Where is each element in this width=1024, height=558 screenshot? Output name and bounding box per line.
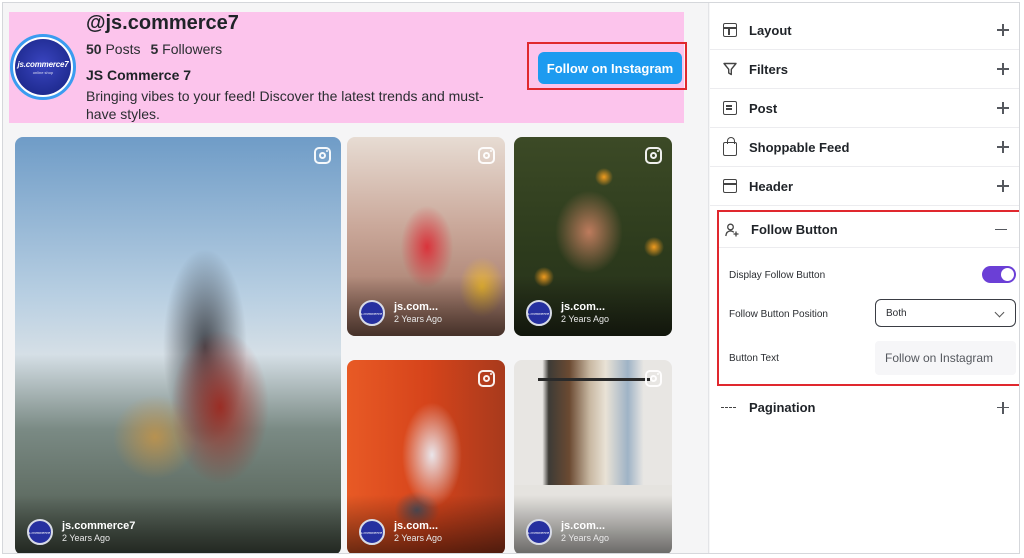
select-value: Both (886, 307, 907, 319)
display-follow-button-label: Display Follow Button (729, 270, 826, 281)
app-frame: js.commerce7 online shop @js.commerce7 5… (2, 2, 1020, 554)
post-username: js.commerce7 (62, 520, 136, 532)
expand-plus-icon[interactable] (997, 102, 1009, 114)
section-label: Follow Button (751, 222, 838, 237)
expand-plus-icon[interactable] (997, 24, 1009, 36)
post-meta-text: js.com... 2 Years Ago (561, 520, 609, 544)
expand-plus-icon[interactable] (997, 401, 1009, 414)
avatar-logo-text: js.commerce7 (17, 59, 69, 69)
button-text-label: Button Text (729, 353, 779, 364)
feed-preview: js.commerce7 online shop @js.commerce7 5… (3, 3, 709, 553)
instagram-icon (645, 147, 662, 164)
avatar: js.commerce7 (526, 519, 552, 545)
expand-plus-icon[interactable] (997, 63, 1009, 75)
followers-count: 5 (150, 41, 159, 57)
settings-panel: Layout Filters Post Shoppable Feed Heade… (710, 3, 1019, 553)
post-username: js.com... (561, 301, 606, 313)
follow-button-settings: Display Follow Button Follow Button Posi… (719, 248, 1019, 384)
feed-header: js.commerce7 online shop @js.commerce7 5… (9, 12, 687, 123)
shopping-bag-icon (723, 137, 737, 156)
avatar-logo-subtext: online shop (32, 69, 54, 75)
profile-bio: Bringing vibes to your feed! Discover th… (86, 88, 484, 122)
post-meta-text: js.commerce7 2 Years Ago (62, 520, 135, 544)
post-meta-text: js.com... 2 Years Ago (561, 301, 609, 325)
post-icon (723, 101, 737, 115)
profile-avatar-ring[interactable]: js.commerce7 online shop (10, 34, 76, 100)
filter-icon (723, 62, 737, 76)
section-label: Shoppable Feed (749, 139, 850, 155)
clothing-rail (538, 378, 650, 381)
section-pagination[interactable]: Pagination (710, 388, 1019, 427)
followers-stat: 5 Followers (150, 41, 222, 57)
feed-post-tile[interactable]: js.commerce7 js.commerce7 2 Years Ago (15, 137, 341, 553)
feed-post-tile[interactable]: js.commerce7 js.com... 2 Years Ago (347, 137, 505, 336)
feed-post-tile[interactable]: js.commerce7 js.com... 2 Years Ago (514, 137, 672, 336)
post-time: 2 Years Ago (394, 533, 443, 543)
post-time: 2 Years Ago (394, 314, 443, 324)
posts-count: 50 (86, 41, 102, 57)
post-meta: js.commerce7 js.com... 2 Years Ago (526, 300, 609, 326)
section-label: Filters (749, 61, 789, 77)
expand-plus-icon[interactable] (997, 180, 1009, 192)
section-label: Pagination (749, 400, 816, 415)
post-username: js.com... (561, 520, 606, 532)
avatar: js.commerce7 online shop (15, 39, 71, 95)
profile-handle[interactable]: @js.commerce7 (86, 12, 239, 35)
section-filters[interactable]: Filters (710, 50, 1019, 89)
layout-icon (723, 23, 737, 37)
header-icon (723, 179, 737, 193)
post-meta: js.commerce7 js.com... 2 Years Ago (359, 519, 442, 545)
expand-plus-icon[interactable] (997, 141, 1009, 153)
post-meta: js.commerce7 js.com... 2 Years Ago (526, 519, 609, 545)
avatar: js.commerce7 (526, 300, 552, 326)
feed-post-tile[interactable]: js.commerce7 js.com... 2 Years Ago (347, 360, 505, 553)
post-meta: js.commerce7 js.commerce7 2 Years Ago (27, 519, 135, 545)
follow-button-position-select[interactable]: Both (875, 299, 1016, 327)
section-label: Post (749, 100, 778, 116)
instagram-icon (478, 370, 495, 387)
post-username: js.com... (394, 301, 439, 313)
instagram-icon (314, 147, 331, 164)
section-post[interactable]: Post (710, 89, 1019, 128)
section-header[interactable]: Header (710, 167, 1019, 206)
post-username: js.com... (394, 520, 439, 532)
posts-stat: 50 Posts (86, 41, 140, 57)
instagram-icon (645, 370, 662, 387)
section-label: Layout (749, 22, 792, 38)
section-label: Header (749, 178, 794, 194)
followers-label: Followers (162, 41, 223, 57)
follow-button-position-label: Follow Button Position (729, 309, 828, 320)
instagram-icon (478, 147, 495, 164)
follow-on-instagram-button[interactable]: Follow on Instagram (538, 52, 682, 84)
post-meta: js.commerce7 js.com... 2 Years Ago (359, 300, 442, 326)
post-time: 2 Years Ago (561, 533, 610, 543)
feed-post-tile[interactable]: js.commerce7 js.com... 2 Years Ago (514, 360, 672, 553)
profile-stats: 50 Posts 5 Followers (86, 41, 222, 57)
pagination-icon (721, 406, 737, 410)
avatar: js.commerce7 (359, 519, 385, 545)
display-follow-button-toggle[interactable] (982, 266, 1016, 283)
chevron-down-icon (994, 307, 1005, 318)
section-shoppable-feed[interactable]: Shoppable Feed (710, 128, 1019, 167)
collapse-minus-icon[interactable] (995, 224, 1007, 236)
business-name: JS Commerce 7 (86, 67, 192, 83)
post-meta-text: js.com... 2 Years Ago (394, 301, 442, 325)
post-time: 2 Years Ago (561, 314, 610, 324)
avatar: js.commerce7 (27, 519, 53, 545)
section-follow-button[interactable]: Follow Button (719, 212, 1019, 248)
section-layout[interactable]: Layout (710, 11, 1019, 50)
post-time: 2 Years Ago (62, 533, 111, 543)
user-plus-icon (725, 223, 739, 237)
posts-label: Posts (105, 41, 141, 57)
button-text-input[interactable]: Follow on Instagram (875, 341, 1016, 375)
post-meta-text: js.com... 2 Years Ago (394, 520, 442, 544)
avatar: js.commerce7 (359, 300, 385, 326)
